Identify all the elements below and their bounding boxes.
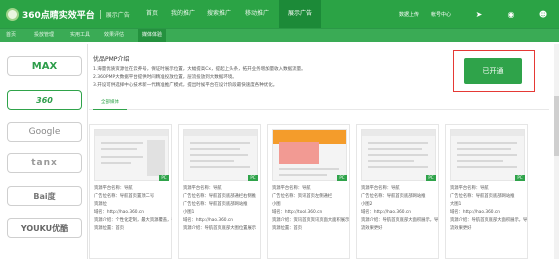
resource-card[interactable]: PC 资源平台名称：导航 广告位名称：导航首页置顶二号 资源位 域名：http:… bbox=[89, 124, 172, 259]
resource-ad-name: 广告位名称：资讯首页左侧通栏 bbox=[272, 194, 333, 199]
resource-ad-name-cont: 小图2 bbox=[361, 202, 373, 207]
media-tile-label: tanx bbox=[31, 158, 58, 168]
resource-platform: 资源平台名称：导航 bbox=[94, 186, 133, 191]
resource-intro-cont: 流效果更好 bbox=[361, 226, 383, 231]
resource-thumbnail bbox=[450, 129, 525, 181]
resource-domain[interactable]: 域名：http://hao.360.cn bbox=[361, 209, 439, 215]
scrollbar-thumb[interactable] bbox=[554, 96, 559, 156]
media-tile-label: YOUKU优酷 bbox=[20, 223, 69, 233]
pc-badge: PC bbox=[337, 175, 347, 181]
logo-icon bbox=[6, 7, 19, 21]
nav-item-display-ads[interactable]: 展示广告 bbox=[279, 0, 321, 28]
resource-position: 资源位置：首页 bbox=[94, 226, 125, 231]
sub-navigation-bar: 首页 投放管理 实用工具 效果评估 媒体体验 bbox=[0, 28, 559, 42]
resource-ad-name-cont: 小图 bbox=[272, 202, 281, 207]
pc-badge: PC bbox=[515, 175, 525, 181]
resource-domain[interactable]: 域名：http://tool.360.cn bbox=[272, 209, 350, 215]
resource-platform: 资源平台名称：导航 bbox=[183, 186, 222, 191]
resource-domain[interactable]: 域名：http://hao.360.cn bbox=[450, 209, 528, 215]
activated-button[interactable]: 已开通 bbox=[464, 58, 522, 84]
resource-intro: 资源介绍：资讯首页资讯页面大面积展示，可精准选择投放，锁定目标 bbox=[272, 218, 350, 223]
megaphone-icon[interactable]: ➤ bbox=[463, 0, 495, 28]
resource-platform: 资源平台名称：导航 bbox=[272, 186, 311, 191]
resource-domain[interactable]: 域名：http://hao.360.cn bbox=[94, 209, 172, 215]
pc-badge: PC bbox=[248, 175, 258, 181]
pmp-title: 优品PMP介绍 bbox=[93, 56, 130, 63]
subnav-effect-evaluation[interactable]: 效果评估 bbox=[104, 29, 124, 42]
resource-card[interactable]: PC 资源平台名称：导航 广告位名称：资讯首页左侧通栏 小图 域名：http:/… bbox=[267, 124, 350, 259]
pc-badge: PC bbox=[159, 175, 169, 181]
resource-thumbnail bbox=[272, 129, 347, 181]
pc-badge: PC bbox=[426, 175, 436, 181]
resource-ad-name: 广告位名称：导航首页底部网站推 bbox=[361, 194, 426, 199]
pmp-description-line: 2.360PMP大数据平台提供时间精准投放位置，层流投放到大数据环境。 bbox=[93, 75, 237, 80]
header-right-tools: 数据上传 帐号中心 ➤ ◉ ☻ bbox=[399, 0, 559, 28]
top-navigation-bar: 360点睛实效平台 展示广告 首页 我的推广 搜索推广 移动推广 展示广告 数据… bbox=[0, 0, 559, 28]
lightbulb-icon[interactable]: ◉ bbox=[495, 0, 527, 28]
resource-domain[interactable]: 域名：http://hao.360.cn bbox=[183, 217, 261, 223]
resource-ad-name-cont: 小图1 bbox=[183, 210, 195, 215]
resource-thumbnail bbox=[94, 129, 169, 181]
resource-intro: 资源介绍：导航首页底部大面积展示，导 bbox=[450, 218, 528, 223]
resource-ad-name: 广告位名称：导航首页置顶二号 bbox=[94, 194, 155, 199]
pmp-content: 优品PMP介绍 1.海量优质资源位在云养号，保证时展示位置，大幅提高Cx，提起上… bbox=[89, 44, 554, 259]
tab-all-media[interactable]: 全部媒体 bbox=[93, 96, 127, 110]
resource-thumbnail bbox=[183, 129, 258, 181]
resource-ad-name-cont: 大图1 bbox=[450, 202, 462, 207]
brand-logo[interactable]: 360点睛实效平台 展示广告 bbox=[6, 6, 130, 22]
media-tile-baidu[interactable]: Bai度 bbox=[7, 186, 82, 206]
resource-platform: 资源平台名称：导航 bbox=[361, 186, 400, 191]
resource-position: 资源位置：首页 bbox=[272, 226, 303, 231]
logo-text: 360点睛实效平台 bbox=[22, 10, 95, 21]
resource-ad-name-cont: 资源位 bbox=[94, 202, 107, 207]
subnav-home[interactable]: 首页 bbox=[6, 29, 16, 42]
resource-card[interactable]: PC 资源平台名称：导航 广告位名称：导航首页底部网站推 小图2 域名：http… bbox=[356, 124, 439, 259]
media-tile-youku[interactable]: YOUKU优酷 bbox=[7, 218, 82, 238]
media-tile-label: 360 bbox=[36, 95, 53, 105]
media-tile-label: MAX bbox=[31, 60, 58, 72]
subnav-media-experience[interactable]: 媒体体验 bbox=[138, 29, 167, 42]
resource-thumbnail bbox=[361, 129, 436, 181]
media-sidebar: MAX 360 Google tanx Bai度 YOUKU优酷 bbox=[0, 44, 88, 259]
pmp-description-line: 1.海量优质资源位在云养号，保证时展示位置，大幅提高Cx，提起上头条，拓开业务增… bbox=[93, 67, 306, 72]
subnav-tools[interactable]: 实用工具 bbox=[70, 29, 90, 42]
nav-item-my-promotion[interactable]: 我的推广 bbox=[166, 0, 200, 28]
account-center-link[interactable]: 帐号中心 bbox=[431, 11, 451, 18]
resource-ad-name: 广告位名称：导航首页底部通栏右侧推 bbox=[183, 194, 257, 199]
resource-ad-name: 广告位名称：导航首页底部网站推 bbox=[450, 194, 515, 199]
resource-intro: 资源介绍：个性化定制，最大资源覆盖，引流新场景 bbox=[94, 218, 172, 223]
resource-card[interactable]: PC 资源平台名称：导航 广告位名称：导航首页底部通栏右侧推 广告位名称：导航首… bbox=[178, 124, 261, 259]
resource-intro: 资源介绍：导航首页底部大图位置展示 bbox=[183, 226, 257, 231]
nav-item-home[interactable]: 首页 bbox=[139, 0, 165, 28]
resource-platform: 资源平台名称：导航 bbox=[450, 186, 489, 191]
resource-intro-cont: 流效果更好 bbox=[450, 226, 472, 231]
nav-item-mobile-promotion[interactable]: 移动推广 bbox=[238, 0, 276, 28]
resource-card[interactable]: PC 资源平台名称：导航 广告位名称：导航首页底部网站推 大图1 域名：http… bbox=[445, 124, 528, 259]
media-tile-max[interactable]: MAX bbox=[7, 56, 82, 76]
pmp-description-line: 3.开设可供选择中心技术新一代精准推广模式，提出时候平台在设计阶段最快速度各种优… bbox=[93, 83, 278, 88]
subnav-delivery-management[interactable]: 投放管理 bbox=[34, 29, 54, 42]
data-upload-link[interactable]: 数据上传 bbox=[399, 11, 419, 18]
media-tab-row: 全部媒体 bbox=[89, 96, 549, 110]
media-tile-360[interactable]: 360 bbox=[7, 90, 82, 110]
media-tile-google[interactable]: Google bbox=[7, 122, 82, 142]
resource-intro: 资源介绍：导航首页底部大面积展示，导 bbox=[361, 218, 439, 223]
resource-ad-name-cont: 广告位名称：导航首页底部网站推 bbox=[183, 202, 248, 207]
vertical-scrollbar[interactable] bbox=[554, 44, 559, 259]
media-tile-tanx[interactable]: tanx bbox=[7, 153, 82, 173]
nav-item-search-promotion[interactable]: 搜索推广 bbox=[200, 0, 238, 28]
media-tile-label: Google bbox=[28, 127, 61, 137]
media-tile-label: Bai度 bbox=[33, 191, 56, 201]
user-icon[interactable]: ☻ bbox=[527, 0, 559, 28]
logo-subtitle: 展示广告 bbox=[99, 9, 130, 19]
